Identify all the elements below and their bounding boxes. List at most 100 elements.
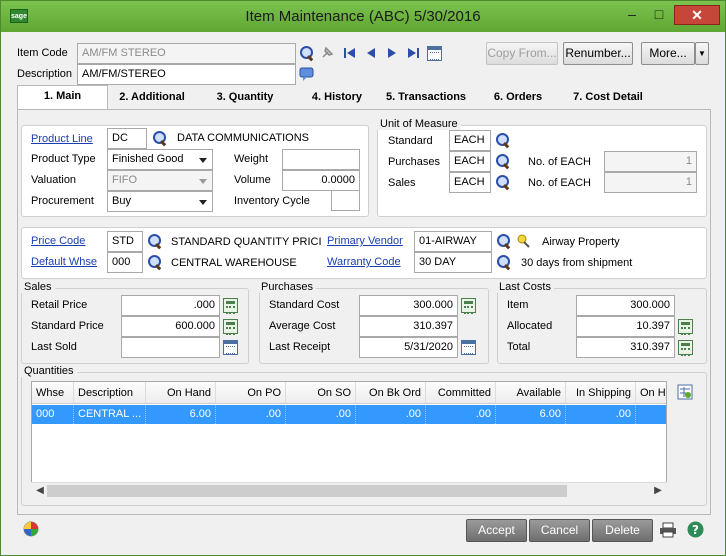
allocated-calculator-icon[interactable] [678,319,693,335]
col-in-shipping[interactable]: In Shipping [566,382,636,404]
next-record-icon[interactable] [384,45,400,61]
price-code-lookup-icon[interactable] [147,233,163,249]
print-icon[interactable] [659,522,676,538]
last-cost-total-input[interactable]: 310.397 [576,337,675,358]
tab-additional[interactable]: 2. Additional [114,87,190,110]
copy-from-button[interactable]: Copy From... [486,42,558,65]
last-cost-total-label: Total [507,341,531,353]
weight-input[interactable] [282,149,360,170]
weight-label: Weight [234,153,269,165]
col-committed[interactable]: Committed [426,382,496,404]
col-whse[interactable]: Whse [32,382,74,404]
primary-vendor-input[interactable]: 01-AIRWAY [414,231,492,252]
maximize-button[interactable]: □ [646,5,672,25]
description-input[interactable]: AM/FM/STEREO [77,64,296,85]
calendar-icon[interactable] [427,46,442,61]
more-button[interactable]: More... [641,42,695,65]
volume-input[interactable]: 0.0000 [282,170,360,191]
default-whse-link[interactable]: Default Whse [31,256,97,268]
scrollbar-thumb[interactable] [47,485,567,497]
total-calculator-icon[interactable] [678,340,693,356]
item-code-input[interactable]: AM/FM STEREO [77,43,296,64]
uom-sales-lookup-icon[interactable] [495,174,511,190]
table-row[interactable]: 000 CENTRAL ... 6.00 .00 .00 .00 .00 6.0… [32,405,666,424]
no-of-sales-input[interactable]: 1 [604,172,697,193]
scroll-left-icon[interactable]: ◀ [33,484,47,498]
valuation-select[interactable]: FIFO [107,170,213,191]
grid-settings-icon[interactable] [677,384,693,400]
no-of-purchases-input[interactable]: 1 [604,151,697,172]
uom-standard-label: Standard [388,135,433,147]
memo-icon[interactable] [299,66,315,82]
cell-on-hand: 6.00 [146,405,216,424]
previous-record-icon[interactable] [363,45,379,61]
help-icon[interactable]: ? [687,521,704,538]
tab-cost-detail[interactable]: 7. Cost Detail [568,87,648,110]
col-description[interactable]: Description [74,382,146,404]
product-type-select[interactable]: Finished Good [107,149,213,170]
col-on-bk-ord[interactable]: On Bk Ord [356,382,426,404]
scroll-right-icon[interactable]: ▶ [651,484,665,498]
delete-button[interactable]: Delete [592,519,653,542]
primary-vendor-link[interactable]: Primary Vendor [327,235,403,247]
tab-history[interactable]: 4. History [306,87,368,110]
procurement-label: Procurement [31,195,94,207]
uom-sales-input[interactable]: EACH [449,172,491,193]
horizontal-scrollbar[interactable]: ◀ ▶ [31,482,667,499]
sage-help-icon[interactable] [23,521,39,537]
warranty-code-lookup-icon[interactable] [496,254,512,270]
price-code-input[interactable]: STD [107,231,143,252]
last-cost-item-input[interactable]: 300.000 [576,295,675,316]
inventory-cycle-input[interactable] [331,190,360,211]
standard-cost-input[interactable]: 300.000 [359,295,458,316]
standard-price-input[interactable]: 600.000 [121,316,220,337]
cancel-button[interactable]: Cancel [529,519,590,542]
standard-price-label: Standard Price [31,320,104,332]
tab-quantity[interactable]: 3. Quantity [210,87,280,110]
tab-transactions[interactable]: 5. Transactions [383,87,469,110]
last-sold-input[interactable] [121,337,220,358]
uom-purchases-input[interactable]: EACH [449,151,491,172]
retail-price-input[interactable]: .000 [121,295,220,316]
product-line-input[interactable]: DC [107,128,147,149]
col-on-so[interactable]: On SO [286,382,356,404]
primary-vendor-lookup-icon[interactable] [496,233,512,249]
average-cost-input[interactable]: 310.397 [359,316,458,337]
more-dropdown-button[interactable]: ▼ [695,42,709,65]
first-record-icon[interactable] [342,45,358,61]
last-receipt-calendar-icon[interactable] [461,340,476,355]
col-on-po[interactable]: On PO [216,382,286,404]
accept-button[interactable]: Accept [466,519,527,542]
col-on-h[interactable]: On H [636,382,666,404]
col-available[interactable]: Available [496,382,566,404]
item-code-lookup-icon[interactable] [299,45,315,61]
standard-cost-calculator-icon[interactable] [461,298,476,314]
col-on-hand[interactable]: On Hand [146,382,216,404]
uom-standard-input[interactable]: EACH [449,130,491,151]
last-record-icon[interactable] [405,45,421,61]
last-cost-allocated-input[interactable]: 10.397 [576,316,675,337]
product-line-link[interactable]: Product Line [31,133,93,145]
pin-icon[interactable] [319,45,335,61]
minimize-button[interactable]: – [619,5,645,25]
no-of-purchases-label: No. of EACH [528,156,591,168]
last-sold-calendar-icon[interactable] [223,340,238,355]
tab-orders[interactable]: 6. Orders [488,87,548,110]
retail-price-calculator-icon[interactable] [223,298,238,314]
warranty-code-link[interactable]: Warranty Code [327,256,401,268]
uom-purchases-lookup-icon[interactable] [495,153,511,169]
price-code-link[interactable]: Price Code [31,235,85,247]
warranty-code-input[interactable]: 30 DAY [414,252,492,273]
standard-price-calculator-icon[interactable] [223,319,238,335]
close-button[interactable]: ✕ [674,5,720,25]
default-whse-lookup-icon[interactable] [147,254,163,270]
tab-main[interactable]: 1. Main [17,85,108,110]
procurement-select[interactable]: Buy [107,191,213,212]
price-code-description: STANDARD QUANTITY PRICING [171,236,321,248]
last-receipt-input[interactable]: 5/31/2020 [359,337,458,358]
vendor-inquiry-icon[interactable] [516,233,532,249]
renumber-button[interactable]: Renumber... [563,42,633,65]
default-whse-input[interactable]: 000 [107,252,143,273]
uom-standard-lookup-icon[interactable] [495,132,511,148]
product-line-lookup-icon[interactable] [152,130,168,146]
